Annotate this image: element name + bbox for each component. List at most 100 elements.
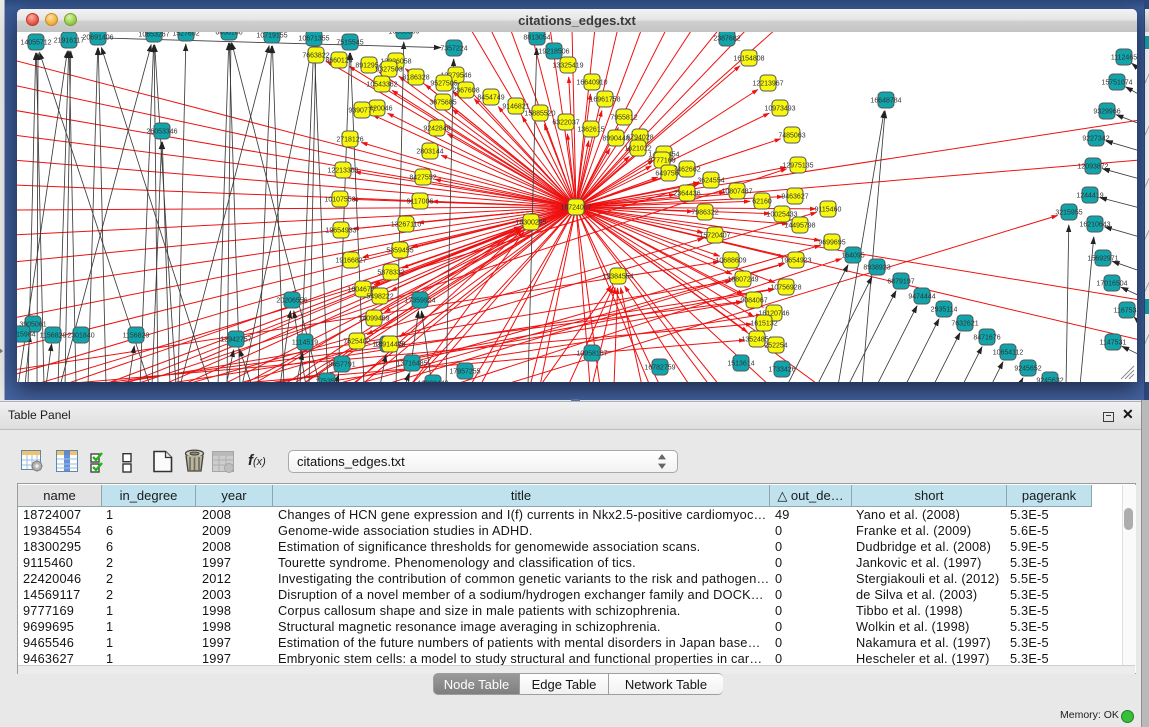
svg-text:252254: 252254 — [764, 343, 787, 350]
svg-text:1156829: 1156829 — [40, 333, 67, 340]
svg-text:18300295: 18300295 — [515, 220, 546, 227]
svg-text:8938923: 8938923 — [863, 265, 890, 272]
svg-text:12975135: 12975135 — [782, 163, 813, 170]
svg-text:9242848: 9242848 — [423, 126, 450, 133]
svg-text:62160: 62160 — [752, 199, 772, 206]
svg-text:16640910: 16640910 — [576, 80, 607, 87]
svg-text:10756928: 10756928 — [770, 285, 801, 292]
svg-text:17957255: 17957255 — [449, 369, 480, 376]
svg-text:5878332: 5878332 — [377, 270, 404, 277]
svg-text:19384554: 19384554 — [602, 274, 633, 281]
svg-text:1733426: 1733426 — [768, 367, 795, 374]
svg-text:12213369: 12213369 — [327, 168, 358, 175]
svg-text:3875685: 3875685 — [429, 100, 456, 107]
svg-text:2387682: 2387682 — [713, 36, 740, 43]
svg-text:9115460: 9115460 — [815, 207, 842, 214]
svg-text:7357224: 7357224 — [440, 46, 467, 53]
svg-text:7955812: 7955812 — [610, 115, 637, 122]
svg-text:9390777: 9390777 — [348, 108, 375, 115]
svg-text:175352: 175352 — [315, 379, 338, 383]
svg-text:8813054: 8813054 — [523, 35, 550, 42]
svg-text:9777169: 9777169 — [648, 158, 675, 165]
svg-text:6322037: 6322037 — [552, 120, 579, 127]
svg-text:10807487: 10807487 — [721, 189, 752, 196]
svg-text:16648784: 16648784 — [870, 98, 901, 105]
svg-text:19654923: 19654923 — [780, 258, 811, 265]
svg-text:1362615: 1362615 — [577, 127, 604, 134]
svg-text:9329966: 9329966 — [1093, 109, 1120, 116]
svg-text:10671355: 10671355 — [298, 36, 329, 43]
svg-text:2364436: 2364436 — [673, 191, 700, 198]
svg-text:15751074: 15751074 — [1101, 80, 1132, 87]
svg-text:16782759: 16782759 — [644, 365, 675, 372]
svg-text:9117006: 9117006 — [407, 199, 434, 206]
svg-text:26053346: 26053346 — [146, 129, 177, 136]
svg-text:10107553: 10107553 — [324, 197, 355, 204]
svg-text:17359924: 17359924 — [404, 298, 435, 305]
svg-text:3624554: 3624554 — [697, 178, 724, 185]
svg-text:5498222: 5498222 — [366, 294, 393, 301]
svg-text:12942757: 12942757 — [220, 337, 251, 344]
svg-text:19166827: 19166827 — [335, 258, 366, 265]
svg-text:164095: 164095 — [841, 253, 864, 260]
svg-text:10025433: 10025433 — [766, 212, 797, 219]
svg-text:13267110: 13267110 — [391, 222, 422, 229]
svg-text:10543362: 10543362 — [366, 82, 397, 89]
svg-text:2367608: 2367608 — [452, 88, 479, 95]
svg-text:1244419: 1244419 — [1076, 193, 1103, 200]
svg-text:7462662: 7462662 — [673, 167, 700, 174]
svg-text:8186328: 8186328 — [402, 75, 429, 82]
svg-text:1527602: 1527602 — [172, 32, 199, 38]
svg-text:10719155: 10719155 — [256, 33, 287, 40]
svg-text:10654112: 10654112 — [993, 350, 1024, 357]
svg-text:14495798: 14495798 — [784, 223, 815, 230]
svg-text:2935114: 2935114 — [931, 307, 958, 314]
svg-text:7986322: 7986322 — [691, 210, 718, 217]
svg-text:10958167: 10958167 — [576, 351, 607, 358]
svg-text:20206556: 20206556 — [276, 298, 307, 305]
svg-text:2301840: 2301840 — [67, 333, 94, 340]
svg-text:6466160: 6466160 — [215, 32, 242, 37]
svg-text:8660124: 8660124 — [325, 58, 352, 65]
svg-text:2803144: 2803144 — [416, 149, 443, 156]
svg-text:9699695: 9699695 — [818, 240, 845, 247]
svg-text:2718126: 2718126 — [336, 137, 363, 144]
svg-text:1513614: 1513614 — [727, 361, 754, 368]
svg-text:18807249: 18807249 — [727, 277, 758, 284]
svg-text:1167533: 1167533 — [1114, 308, 1137, 315]
svg-text:10653267: 10653267 — [138, 32, 169, 39]
svg-text:7632621: 7632621 — [951, 321, 978, 328]
svg-text:18724007: 18724007 — [560, 205, 591, 212]
svg-text:13716485: 13716485 — [396, 361, 427, 368]
svg-text:9474444: 9474444 — [908, 294, 935, 301]
svg-text:16154808: 16154808 — [733, 56, 764, 63]
svg-text:7485063: 7485063 — [778, 133, 805, 140]
svg-text:8427552: 8427552 — [409, 175, 436, 182]
svg-text:9463627: 9463627 — [781, 194, 808, 201]
svg-text:3215955: 3215955 — [1055, 210, 1082, 217]
svg-text:14099489: 14099489 — [358, 316, 389, 323]
svg-text:21916117: 21916117 — [54, 38, 85, 45]
svg-text:12213967: 12213967 — [752, 81, 783, 88]
svg-text:8454749: 8454749 — [477, 95, 504, 102]
svg-text:15885520: 15885520 — [524, 111, 555, 118]
svg-text:19654933: 19654933 — [325, 228, 356, 235]
svg-text:16210643: 16210643 — [1079, 222, 1110, 229]
svg-text:3915984: 3915984 — [17, 332, 36, 339]
svg-text:15720407: 15720407 — [699, 233, 730, 240]
svg-text:15692971: 15692971 — [1087, 256, 1118, 263]
svg-text:20691406: 20691406 — [82, 35, 113, 42]
svg-text:13325419: 13325419 — [552, 63, 583, 70]
svg-text:9245632: 9245632 — [1036, 378, 1063, 383]
svg-text:10688609: 10688609 — [715, 258, 746, 265]
svg-text:9227342: 9227342 — [1082, 136, 1109, 143]
svg-text:8471676: 8471676 — [973, 335, 1000, 342]
svg-text:1156829: 1156829 — [123, 333, 150, 340]
svg-text:9527505: 9527505 — [430, 81, 457, 88]
svg-text:9657791: 9657791 — [328, 362, 355, 369]
svg-text:7625402: 7625402 — [343, 339, 370, 346]
svg-text:1147531: 1147531 — [1100, 340, 1127, 347]
svg-text:6879197: 6879197 — [887, 279, 914, 286]
svg-text:5359455: 5359455 — [386, 248, 413, 255]
svg-text:12093872: 12093872 — [1077, 164, 1108, 171]
